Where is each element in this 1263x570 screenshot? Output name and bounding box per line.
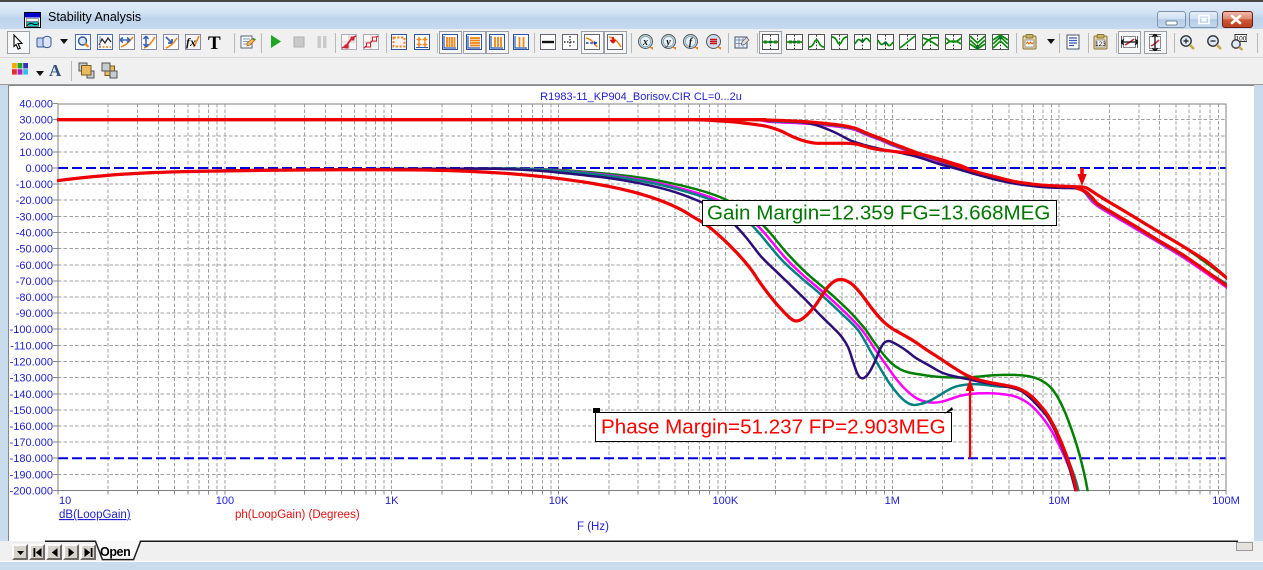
svg-text:-50.000: -50.000 (16, 244, 53, 256)
svg-text:-30.000: -30.000 (16, 211, 53, 223)
svg-text:100: 100 (216, 495, 234, 507)
svg-text:10: 10 (59, 495, 71, 507)
svg-text:-20.000: -20.000 (16, 195, 53, 207)
svg-text:fx: fx (186, 35, 196, 49)
svg-text:-100.000: -100.000 (10, 324, 53, 336)
svg-text:-70.000: -70.000 (16, 276, 53, 288)
svg-text:R1983-11_KP904_Borisov.CIR CL=: R1983-11_KP904_Borisov.CIR CL=0...2u (540, 91, 742, 103)
svg-text:T: T (208, 34, 221, 51)
svg-text:-140.000: -140.000 (10, 389, 53, 401)
svg-text:-60.000: -60.000 (16, 260, 53, 272)
svg-text:-10.000: -10.000 (16, 179, 53, 191)
svg-text:-130.000: -130.000 (10, 373, 53, 385)
svg-text:123: 123 (1095, 41, 1106, 48)
svg-text:-150.000: -150.000 (10, 405, 53, 417)
svg-text:0.000: 0.000 (25, 163, 53, 175)
svg-text:-90.000: -90.000 (16, 308, 53, 320)
svg-text:y: y (665, 37, 671, 48)
svg-text:10M: 10M (1048, 495, 1069, 507)
svg-text:1M: 1M (885, 495, 900, 507)
svg-text:-170.000: -170.000 (10, 437, 53, 449)
svg-text:100K: 100K (713, 495, 739, 507)
svg-text:10.000: 10.000 (19, 147, 53, 159)
svg-text:ph(LoopGain) (Degrees): ph(LoopGain) (Degrees) (235, 509, 360, 521)
svg-text:-110.000: -110.000 (10, 340, 53, 352)
svg-text:30.000: 30.000 (19, 115, 53, 127)
svg-text:-120.000: -120.000 (10, 357, 53, 369)
svg-text:-180.000: -180.000 (10, 453, 53, 465)
svg-text:-200.000: -200.000 (10, 486, 53, 498)
svg-text:F (Hz): F (Hz) (577, 521, 609, 533)
svg-text:-190.000: -190.000 (10, 469, 53, 481)
svg-text:1K: 1K (385, 495, 399, 507)
svg-text:100M: 100M (1212, 495, 1240, 507)
svg-text:dB(LoopGain): dB(LoopGain) (59, 509, 131, 521)
svg-text:20.000: 20.000 (19, 131, 53, 143)
svg-text:-160.000: -160.000 (10, 421, 53, 433)
svg-text:40.000: 40.000 (19, 99, 53, 111)
svg-text:-40.000: -40.000 (16, 228, 53, 240)
svg-text:-80.000: -80.000 (16, 292, 53, 304)
svg-text:Phase Margin=51.237 FP=2.903ME: Phase Margin=51.237 FP=2.903MEG (601, 416, 946, 439)
svg-text:Gain Margin=12.359 FG=13.668ME: Gain Margin=12.359 FG=13.668MEG (707, 202, 1050, 225)
svg-text:10K: 10K (549, 495, 569, 507)
svg-text:x: x (642, 37, 648, 48)
